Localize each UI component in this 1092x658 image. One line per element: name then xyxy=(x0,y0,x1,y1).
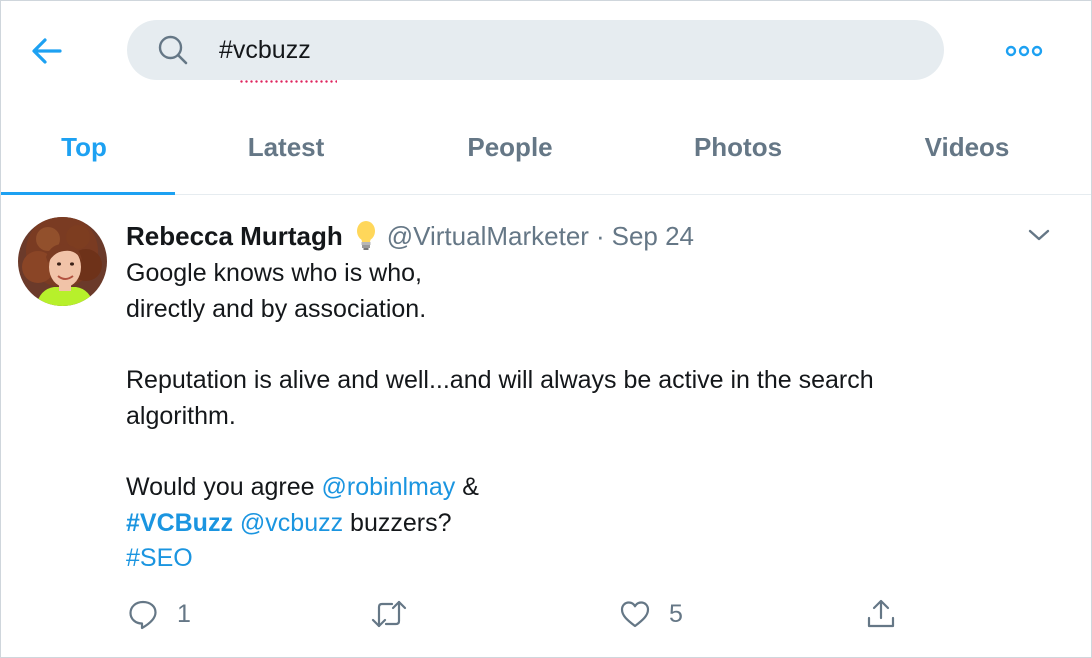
tab-label: Top xyxy=(61,132,107,162)
tweet-text: Google knows who is who, directly and by… xyxy=(126,256,1006,577)
header-separator: · xyxy=(595,220,605,251)
tweet-menu-button[interactable] xyxy=(1025,224,1053,246)
lightbulb-icon xyxy=(356,221,375,250)
search-box[interactable] xyxy=(127,20,944,83)
like-button[interactable]: 5 xyxy=(619,594,683,634)
search-header xyxy=(1,1,1091,101)
tweet-text-segment: & xyxy=(455,473,479,501)
tweet-text-line: #SEO xyxy=(126,541,1006,577)
tweet-text-line: Reputation is alive and well...and will … xyxy=(126,366,874,394)
hashtag-link[interactable]: #VCBuzz xyxy=(126,509,233,537)
tweet-text-line: #VCBuzz @vcbuzz buzzers? xyxy=(126,506,1006,542)
tab-label: People xyxy=(467,132,553,162)
tweet-text-segment: buzzers? xyxy=(343,508,452,537)
mention-link[interactable]: @robinlmay xyxy=(322,473,456,501)
back-button[interactable] xyxy=(27,31,67,71)
tab-latest[interactable]: Latest xyxy=(201,101,371,194)
reply-count: 1 xyxy=(177,599,191,628)
search-icon xyxy=(158,35,188,65)
tab-photos[interactable]: Photos xyxy=(653,101,823,194)
retweet-button[interactable] xyxy=(371,594,425,634)
tab-label: Latest xyxy=(247,132,325,162)
tweet-text-line: directly and by association. xyxy=(126,294,427,323)
tweet-header: Rebecca Murtagh @VirtualMarketer · Sep 2… xyxy=(126,218,694,254)
tab-videos[interactable]: Videos xyxy=(881,101,1053,194)
user-handle[interactable]: @VirtualMarketer xyxy=(387,221,589,252)
active-tab-indicator xyxy=(1,192,175,195)
share-button[interactable] xyxy=(865,594,897,634)
hashtag-link[interactable]: #SEO xyxy=(126,544,193,572)
tab-label: Photos xyxy=(693,132,783,162)
tweet-text-segment xyxy=(233,509,240,537)
tweet-actions: 1 5 xyxy=(1,594,1091,634)
tweet-text-line: algorithm. xyxy=(126,401,236,430)
chevron-down-icon xyxy=(1028,229,1050,241)
profile-photo xyxy=(18,217,107,306)
more-options-button[interactable] xyxy=(1004,37,1044,65)
avatar[interactable] xyxy=(18,217,107,306)
tab-label: Videos xyxy=(924,132,1010,162)
spellcheck-underline xyxy=(239,80,337,83)
tweet-text-line: Google knows who is who, xyxy=(126,259,422,287)
search-input[interactable] xyxy=(219,30,899,70)
tab-people[interactable]: People xyxy=(425,101,595,194)
reply-icon xyxy=(129,600,157,630)
more-dots-icon xyxy=(1005,45,1043,57)
search-results-page: Top Latest People Photos Videos xyxy=(0,0,1092,658)
retweet-icon xyxy=(371,600,407,628)
tweet-text-segment: Would you agree xyxy=(126,473,322,501)
reply-button[interactable]: 1 xyxy=(127,594,191,634)
tweet[interactable]: Rebecca Murtagh @VirtualMarketer · Sep 2… xyxy=(1,196,1091,657)
arrow-left-icon xyxy=(32,38,62,64)
search-tabs: Top Latest People Photos Videos xyxy=(1,101,1091,195)
heart-icon xyxy=(620,601,650,628)
display-name[interactable]: Rebecca Murtagh xyxy=(126,221,343,252)
mention-link[interactable]: @vcbuzz xyxy=(240,509,343,537)
share-icon xyxy=(867,599,895,628)
tab-top[interactable]: Top xyxy=(1,101,175,195)
like-count: 5 xyxy=(669,599,683,628)
tweet-text-line: Would you agree @robinlmay & xyxy=(126,470,1006,506)
tweet-date[interactable]: Sep 24 xyxy=(612,221,694,252)
